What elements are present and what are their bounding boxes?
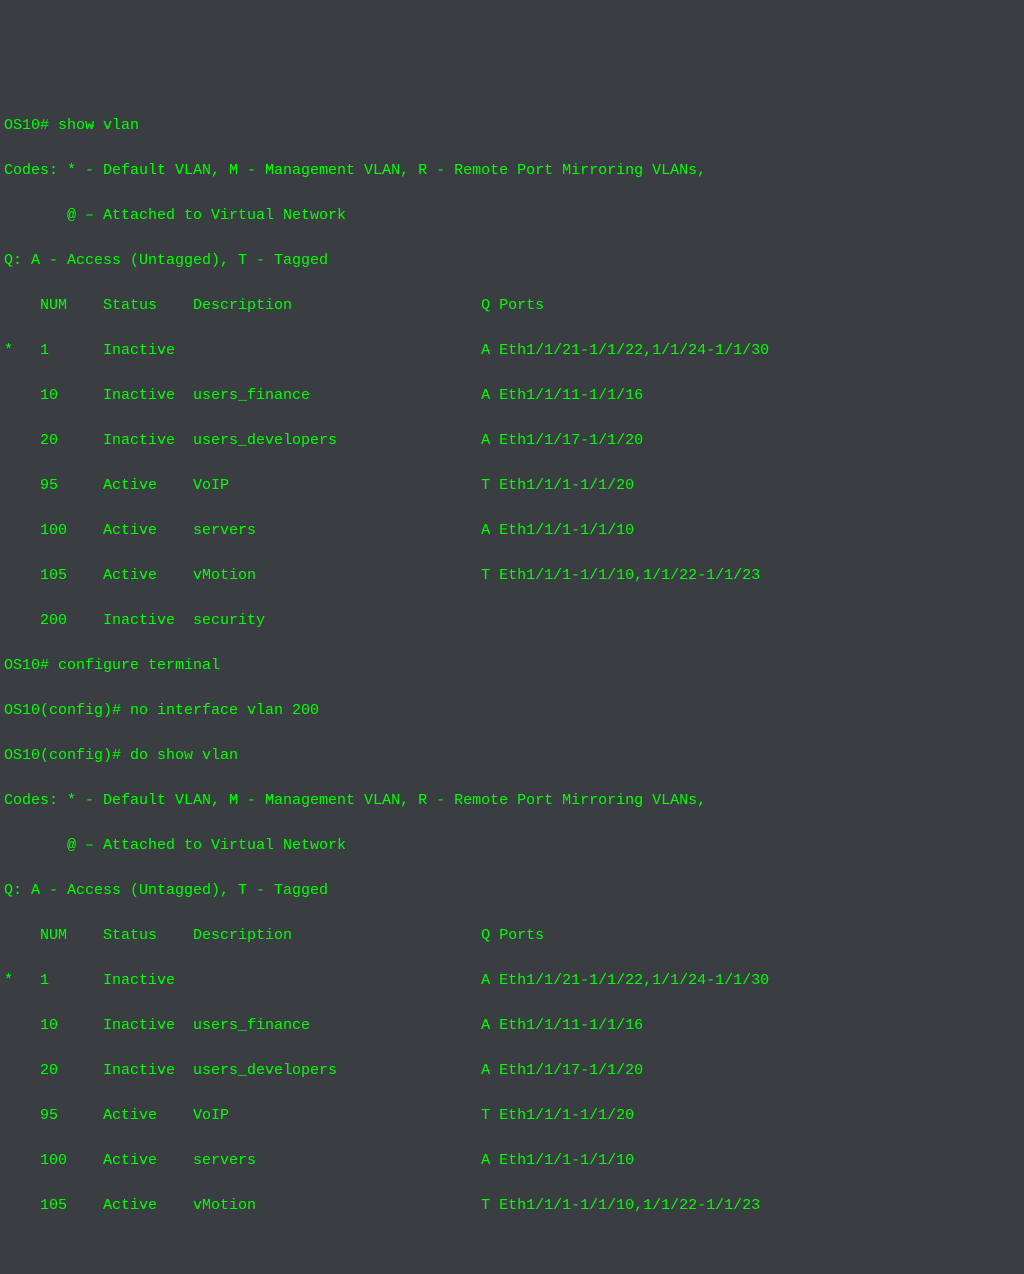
terminal-output: OS10# show vlan Codes: * - Default VLAN,…: [4, 92, 1020, 1240]
vlan-row: 10 Inactive users_finance A Eth1/1/11-1/…: [4, 385, 1020, 408]
vlan-row: 105 Active vMotion T Eth1/1/1-1/1/10,1/1…: [4, 565, 1020, 588]
codes-line-1: Codes: * - Default VLAN, M - Management …: [4, 790, 1020, 813]
codes-line-2: @ – Attached to Virtual Network: [4, 205, 1020, 228]
vlan-row: 20 Inactive users_developers A Eth1/1/17…: [4, 1060, 1020, 1083]
vlan-row: * 1 Inactive A Eth1/1/21-1/1/22,1/1/24-1…: [4, 970, 1020, 993]
vlan-row: 20 Inactive users_developers A Eth1/1/17…: [4, 430, 1020, 453]
cmd-show-vlan: OS10# show vlan: [4, 115, 1020, 138]
vlan-row: 100 Active servers A Eth1/1/1-1/1/10: [4, 520, 1020, 543]
vlan-table-header: NUM Status Description Q Ports: [4, 925, 1020, 948]
cmd-configure-terminal: OS10# configure terminal: [4, 655, 1020, 678]
vlan-row: 105 Active vMotion T Eth1/1/1-1/1/10,1/1…: [4, 1195, 1020, 1218]
vlan-row: 200 Inactive security: [4, 610, 1020, 633]
q-legend: Q: A - Access (Untagged), T - Tagged: [4, 250, 1020, 273]
codes-line-2: @ – Attached to Virtual Network: [4, 835, 1020, 858]
cmd-no-interface-vlan: OS10(config)# no interface vlan 200: [4, 700, 1020, 723]
vlan-table-header: NUM Status Description Q Ports: [4, 295, 1020, 318]
codes-line-1: Codes: * - Default VLAN, M - Management …: [4, 160, 1020, 183]
vlan-row: 95 Active VoIP T Eth1/1/1-1/1/20: [4, 475, 1020, 498]
vlan-row: * 1 Inactive A Eth1/1/21-1/1/22,1/1/24-1…: [4, 340, 1020, 363]
vlan-row: 100 Active servers A Eth1/1/1-1/1/10: [4, 1150, 1020, 1173]
cmd-do-show-vlan: OS10(config)# do show vlan: [4, 745, 1020, 768]
q-legend: Q: A - Access (Untagged), T - Tagged: [4, 880, 1020, 903]
vlan-row: 95 Active VoIP T Eth1/1/1-1/1/20: [4, 1105, 1020, 1128]
vlan-row: 10 Inactive users_finance A Eth1/1/11-1/…: [4, 1015, 1020, 1038]
